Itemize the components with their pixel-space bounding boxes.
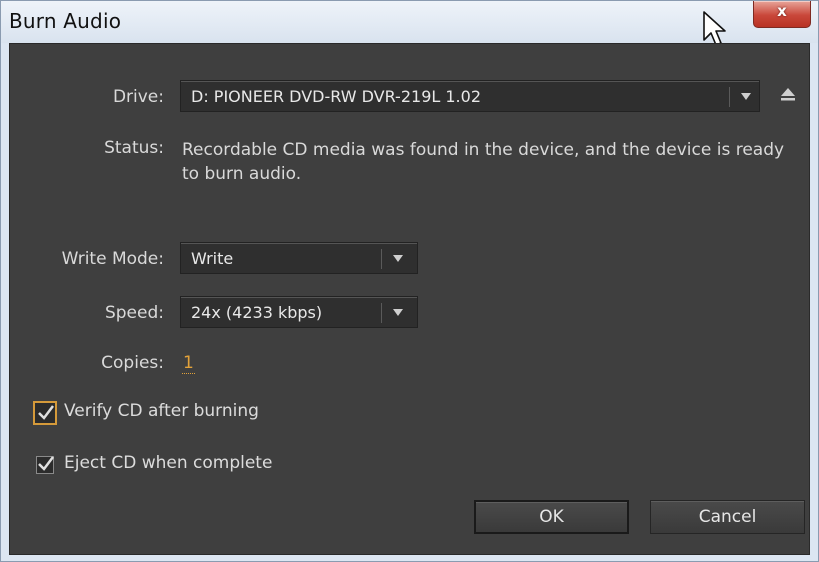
dialog-body: Drive: D: PIONEER DVD-RW DVR-219L 1.02 S… bbox=[9, 43, 810, 555]
write-mode-label: Write Mode: bbox=[61, 249, 164, 269]
drive-select-divider bbox=[729, 87, 730, 107]
check-icon bbox=[38, 405, 54, 420]
write-mode-select[interactable]: Write bbox=[180, 242, 418, 274]
verify-cd-checkbox[interactable] bbox=[33, 401, 57, 425]
drive-label: Drive: bbox=[112, 87, 164, 107]
chevron-down-icon bbox=[393, 309, 403, 316]
speed-divider bbox=[381, 303, 382, 323]
speed-label: Speed: bbox=[104, 303, 164, 323]
speed-value: 24x (4233 kbps) bbox=[191, 303, 323, 322]
eject-icon[interactable] bbox=[780, 86, 796, 102]
write-mode-divider bbox=[381, 249, 382, 269]
copies-value[interactable]: 1 bbox=[182, 353, 195, 374]
check-icon bbox=[38, 456, 54, 471]
status-message: Recordable CD media was found in the dev… bbox=[182, 140, 785, 184]
eject-cd-checkbox[interactable] bbox=[36, 456, 54, 474]
cancel-button[interactable]: Cancel bbox=[650, 500, 805, 534]
copies-label: Copies: bbox=[101, 353, 164, 373]
drive-select-value: D: PIONEER DVD-RW DVR-219L 1.02 bbox=[191, 87, 481, 106]
title-bar[interactable]: Burn Audio x bbox=[1, 1, 818, 46]
eject-cd-label: Eject CD when complete bbox=[64, 453, 273, 473]
drive-select[interactable]: D: PIONEER DVD-RW DVR-219L 1.02 bbox=[180, 80, 760, 112]
status-label: Status: bbox=[104, 138, 164, 158]
ok-button[interactable]: OK bbox=[474, 500, 629, 534]
close-icon: x bbox=[777, 2, 787, 20]
verify-cd-label: Verify CD after burning bbox=[64, 401, 259, 421]
window-title: Burn Audio bbox=[9, 9, 122, 33]
close-button[interactable]: x bbox=[753, 1, 811, 28]
chevron-down-icon bbox=[741, 93, 751, 100]
chevron-down-icon bbox=[393, 255, 403, 262]
speed-select[interactable]: 24x (4233 kbps) bbox=[180, 296, 418, 328]
burn-audio-dialog: Burn Audio x Drive: D: PIONEER DVD-RW DV… bbox=[0, 0, 819, 562]
write-mode-value: Write bbox=[191, 249, 234, 268]
